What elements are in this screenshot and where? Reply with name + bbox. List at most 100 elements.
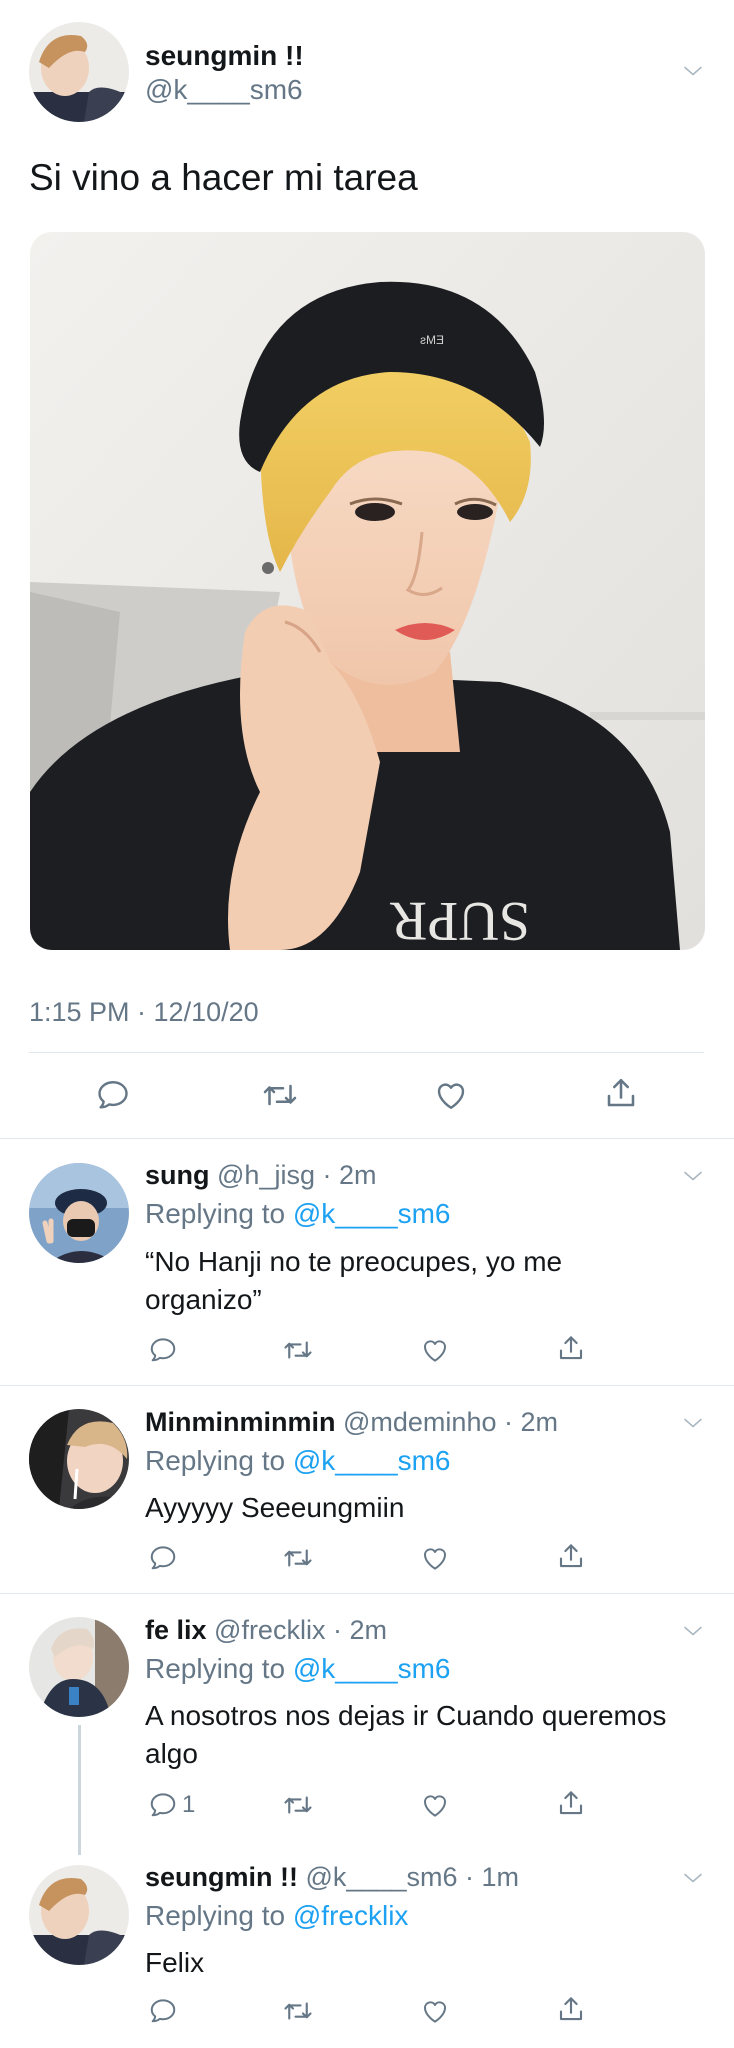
chevron-down-icon[interactable] xyxy=(681,1164,705,1188)
reply-text-line: algo xyxy=(145,1738,198,1769)
reply-button[interactable] xyxy=(95,1077,131,1113)
reply-author-name[interactable]: seungmin !! xyxy=(145,1862,298,1892)
reply-button[interactable] xyxy=(148,1996,178,2026)
reply-header: fe lix @frecklix · 2m xyxy=(145,1615,387,1646)
tweet-timestamp[interactable]: 1:15 PM · 12/10/20 xyxy=(29,997,259,1028)
retweet-icon xyxy=(283,1996,313,2026)
retweet-icon xyxy=(262,1077,298,1113)
divider xyxy=(0,1593,734,1594)
heart-icon xyxy=(420,1543,450,1573)
svg-text:ƨMƎ: ƨMƎ xyxy=(420,333,444,347)
avatar-photo xyxy=(29,1617,129,1717)
reply-text: Felix xyxy=(145,1944,715,1982)
share-button[interactable] xyxy=(556,1788,586,1818)
divider xyxy=(29,1052,704,1053)
replying-to-line: Replying to @k____sm6 xyxy=(145,1445,450,1477)
retweet-icon xyxy=(283,1790,313,1820)
share-icon xyxy=(556,1788,586,1818)
chevron-down-icon[interactable] xyxy=(681,1866,705,1890)
reply-icon xyxy=(148,1790,178,1820)
retweet-icon xyxy=(283,1335,313,1365)
replying-to-mention[interactable]: @k____sm6 xyxy=(293,1198,451,1229)
heart-icon xyxy=(420,1335,450,1365)
like-button[interactable] xyxy=(420,1335,450,1365)
retweet-icon xyxy=(283,1543,313,1573)
reply-text-line: organizo” xyxy=(145,1284,262,1315)
retweet-button[interactable] xyxy=(283,1335,313,1365)
like-button[interactable] xyxy=(433,1077,469,1113)
share-button[interactable] xyxy=(603,1075,639,1111)
replying-to-mention[interactable]: @frecklix xyxy=(293,1900,409,1931)
avatar-photo xyxy=(29,1163,129,1263)
retweet-button[interactable] xyxy=(283,1543,313,1573)
share-icon xyxy=(603,1075,639,1111)
reply-icon xyxy=(95,1077,131,1113)
reply-avatar[interactable] xyxy=(29,1409,129,1509)
reply-header: Minminminmin @mdeminho · 2m xyxy=(145,1407,558,1438)
like-button[interactable] xyxy=(420,1996,450,2026)
main-author-avatar[interactable] xyxy=(29,22,129,122)
reply-author-meta[interactable]: @k____sm6 · 1m xyxy=(298,1862,519,1892)
replying-to-mention[interactable]: @k____sm6 xyxy=(293,1653,451,1684)
replying-to-label: Replying to xyxy=(145,1900,293,1931)
reply-icon xyxy=(148,1335,178,1365)
share-icon xyxy=(556,1994,586,2024)
tweet-text: Si vino a hacer mi tarea xyxy=(29,157,418,198)
main-author-handle[interactable]: @k____sm6 xyxy=(145,74,303,106)
divider xyxy=(0,1385,734,1386)
reply-author-name[interactable]: fe lix xyxy=(145,1615,207,1645)
heart-icon xyxy=(420,1996,450,2026)
reply-author-meta[interactable]: @mdeminho · 2m xyxy=(336,1407,558,1437)
reply-avatar[interactable] xyxy=(29,1617,129,1717)
reply-header: seungmin !! @k____sm6 · 1m xyxy=(145,1862,519,1893)
reply-text-line: “No Hanji no te preocupes, yo me xyxy=(145,1246,563,1277)
chevron-down-icon[interactable] xyxy=(681,1619,705,1643)
tweet-photo[interactable]: SUPR ƨMƎ xyxy=(30,232,705,950)
reply-author-meta[interactable]: @h_jisg · 2m xyxy=(210,1160,376,1190)
share-button[interactable] xyxy=(556,1994,586,2024)
reply-author-name[interactable]: Minminminmin xyxy=(145,1407,336,1437)
thread-connector-line xyxy=(78,1725,81,1855)
divider xyxy=(0,1138,734,1139)
reply-header: sung @h_jisg · 2m xyxy=(145,1160,376,1191)
avatar-photo xyxy=(29,22,129,122)
retweet-button[interactable] xyxy=(262,1077,298,1113)
retweet-button[interactable] xyxy=(283,1996,313,2026)
chevron-down-icon[interactable] xyxy=(681,1411,705,1435)
heart-icon xyxy=(420,1790,450,1820)
tweet-photo-image: SUPR ƨMƎ xyxy=(30,232,705,950)
reply-avatar[interactable] xyxy=(29,1865,129,1965)
reply-avatar[interactable] xyxy=(29,1163,129,1263)
reply-button[interactable]: 1 xyxy=(148,1790,195,1820)
heart-icon xyxy=(433,1077,469,1113)
like-button[interactable] xyxy=(420,1543,450,1573)
reply-count: 1 xyxy=(182,1791,196,1818)
replying-to-label: Replying to xyxy=(145,1198,293,1229)
reply-author-name[interactable]: sung xyxy=(145,1160,210,1190)
reply-icon xyxy=(148,1543,178,1573)
reply-text-line: A nosotros nos dejas ir Cuando queremos xyxy=(145,1700,667,1731)
chevron-down-icon[interactable] xyxy=(681,59,705,83)
share-icon xyxy=(556,1541,586,1571)
reply-icon xyxy=(148,1996,178,2026)
share-button[interactable] xyxy=(556,1541,586,1571)
main-author-name[interactable]: seungmin !! xyxy=(145,40,304,72)
reply-text: A nosotros nos dejas ir Cuando queremos … xyxy=(145,1697,715,1773)
replying-to-line: Replying to @k____sm6 xyxy=(145,1198,450,1230)
reply-text: “No Hanji no te preocupes, yo me organiz… xyxy=(145,1243,715,1319)
avatar-photo xyxy=(29,1409,129,1509)
reply-button[interactable] xyxy=(148,1335,178,1365)
reply-author-meta[interactable]: @frecklix · 2m xyxy=(207,1615,387,1645)
avatar-photo xyxy=(29,1865,129,1965)
reply-text-line: Ayyyyy Seeeungmiin xyxy=(145,1492,405,1523)
reply-button[interactable] xyxy=(148,1543,178,1573)
share-button[interactable] xyxy=(556,1333,586,1363)
share-icon xyxy=(556,1333,586,1363)
like-button[interactable] xyxy=(420,1790,450,1820)
reply-text-line: Felix xyxy=(145,1947,205,1978)
replying-to-line: Replying to @frecklix xyxy=(145,1900,408,1932)
replying-to-label: Replying to xyxy=(145,1653,293,1684)
svg-text:SUPR: SUPR xyxy=(389,890,530,950)
retweet-button[interactable] xyxy=(283,1790,313,1820)
replying-to-mention[interactable]: @k____sm6 xyxy=(293,1445,451,1476)
